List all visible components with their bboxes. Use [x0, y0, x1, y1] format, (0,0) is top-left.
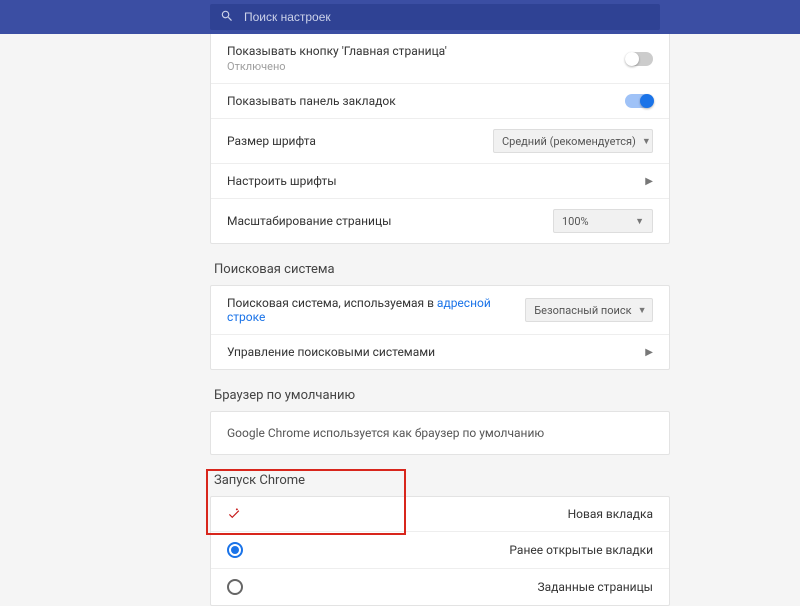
customize-fonts-row[interactable]: Настроить шрифты ▶: [211, 163, 669, 198]
search-input[interactable]: [244, 10, 650, 24]
startup-continue-row[interactable]: Ранее открытые вкладки: [211, 531, 669, 568]
caret-down-icon: ▼: [642, 136, 651, 147]
font-size-title: Размер шрифта: [227, 134, 316, 148]
chevron-right-icon: ▶: [645, 176, 653, 187]
search-engine-select[interactable]: Безопасный поиск ▼: [525, 298, 653, 322]
top-bar: [0, 0, 800, 34]
caret-down-icon: ▼: [635, 216, 644, 227]
radio-selected-icon[interactable]: [227, 542, 243, 558]
default-browser-section-title: Браузер по умолчанию: [214, 388, 670, 403]
chevron-right-icon: ▶: [645, 347, 653, 358]
home-button-toggle[interactable]: [625, 52, 653, 66]
check-annotation-icon: [227, 507, 241, 521]
page-zoom-title: Масштабирование страницы: [227, 214, 391, 228]
home-button-title: Показывать кнопку 'Главная страница': [227, 44, 447, 58]
search-engine-used-row: Поисковая система, используемая в адресн…: [211, 286, 669, 334]
appearance-card: Показывать кнопку 'Главная страница' Отк…: [210, 34, 670, 244]
bookmarks-bar-toggle[interactable]: [625, 94, 653, 108]
page-zoom-row: Масштабирование страницы 100% ▼: [211, 198, 669, 243]
font-size-row: Размер шрифта Средний (рекомендуется) ▼: [211, 118, 669, 163]
manage-search-engines-row[interactable]: Управление поисковыми системами ▶: [211, 334, 669, 369]
font-size-value: Средний (рекомендуется): [502, 135, 636, 148]
search-box[interactable]: [210, 4, 660, 30]
startup-continue-label: Ранее открытые вкладки: [509, 543, 653, 557]
radio-unselected-icon[interactable]: [227, 579, 243, 595]
home-button-status: Отключено: [227, 60, 447, 73]
startup-new-tab-label: Новая вкладка: [568, 507, 653, 521]
search-engine-value: Безопасный поиск: [534, 304, 631, 317]
page-zoom-select[interactable]: 100% ▼: [553, 209, 653, 233]
search-engine-section-title: Поисковая система: [214, 262, 670, 277]
startup-card: Новая вкладка Ранее открытые вкладки Зад…: [210, 496, 670, 606]
default-browser-card: Google Chrome используется как браузер п…: [210, 411, 670, 455]
search-icon: [220, 9, 244, 26]
default-browser-text: Google Chrome используется как браузер п…: [227, 426, 544, 440]
manage-search-engines-title: Управление поисковыми системами: [227, 345, 435, 359]
startup-specific-row[interactable]: Заданные страницы: [211, 568, 669, 605]
font-size-select[interactable]: Средний (рекомендуется) ▼: [493, 129, 653, 153]
home-button-row[interactable]: Показывать кнопку 'Главная страница' Отк…: [211, 34, 669, 83]
customize-fonts-title: Настроить шрифты: [227, 174, 337, 188]
bookmarks-bar-row[interactable]: Показывать панель закладок: [211, 83, 669, 118]
search-engine-card: Поисковая система, используемая в адресн…: [210, 285, 670, 370]
bookmarks-bar-title: Показывать панель закладок: [227, 94, 396, 108]
startup-section-title: Запуск Chrome: [214, 473, 670, 488]
caret-down-icon: ▼: [638, 305, 647, 316]
startup-specific-label: Заданные страницы: [537, 580, 653, 594]
page-zoom-value: 100%: [562, 215, 589, 228]
search-engine-used-title: Поисковая система, используемая в адресн…: [227, 296, 525, 324]
startup-new-tab-row[interactable]: Новая вкладка: [211, 497, 669, 531]
